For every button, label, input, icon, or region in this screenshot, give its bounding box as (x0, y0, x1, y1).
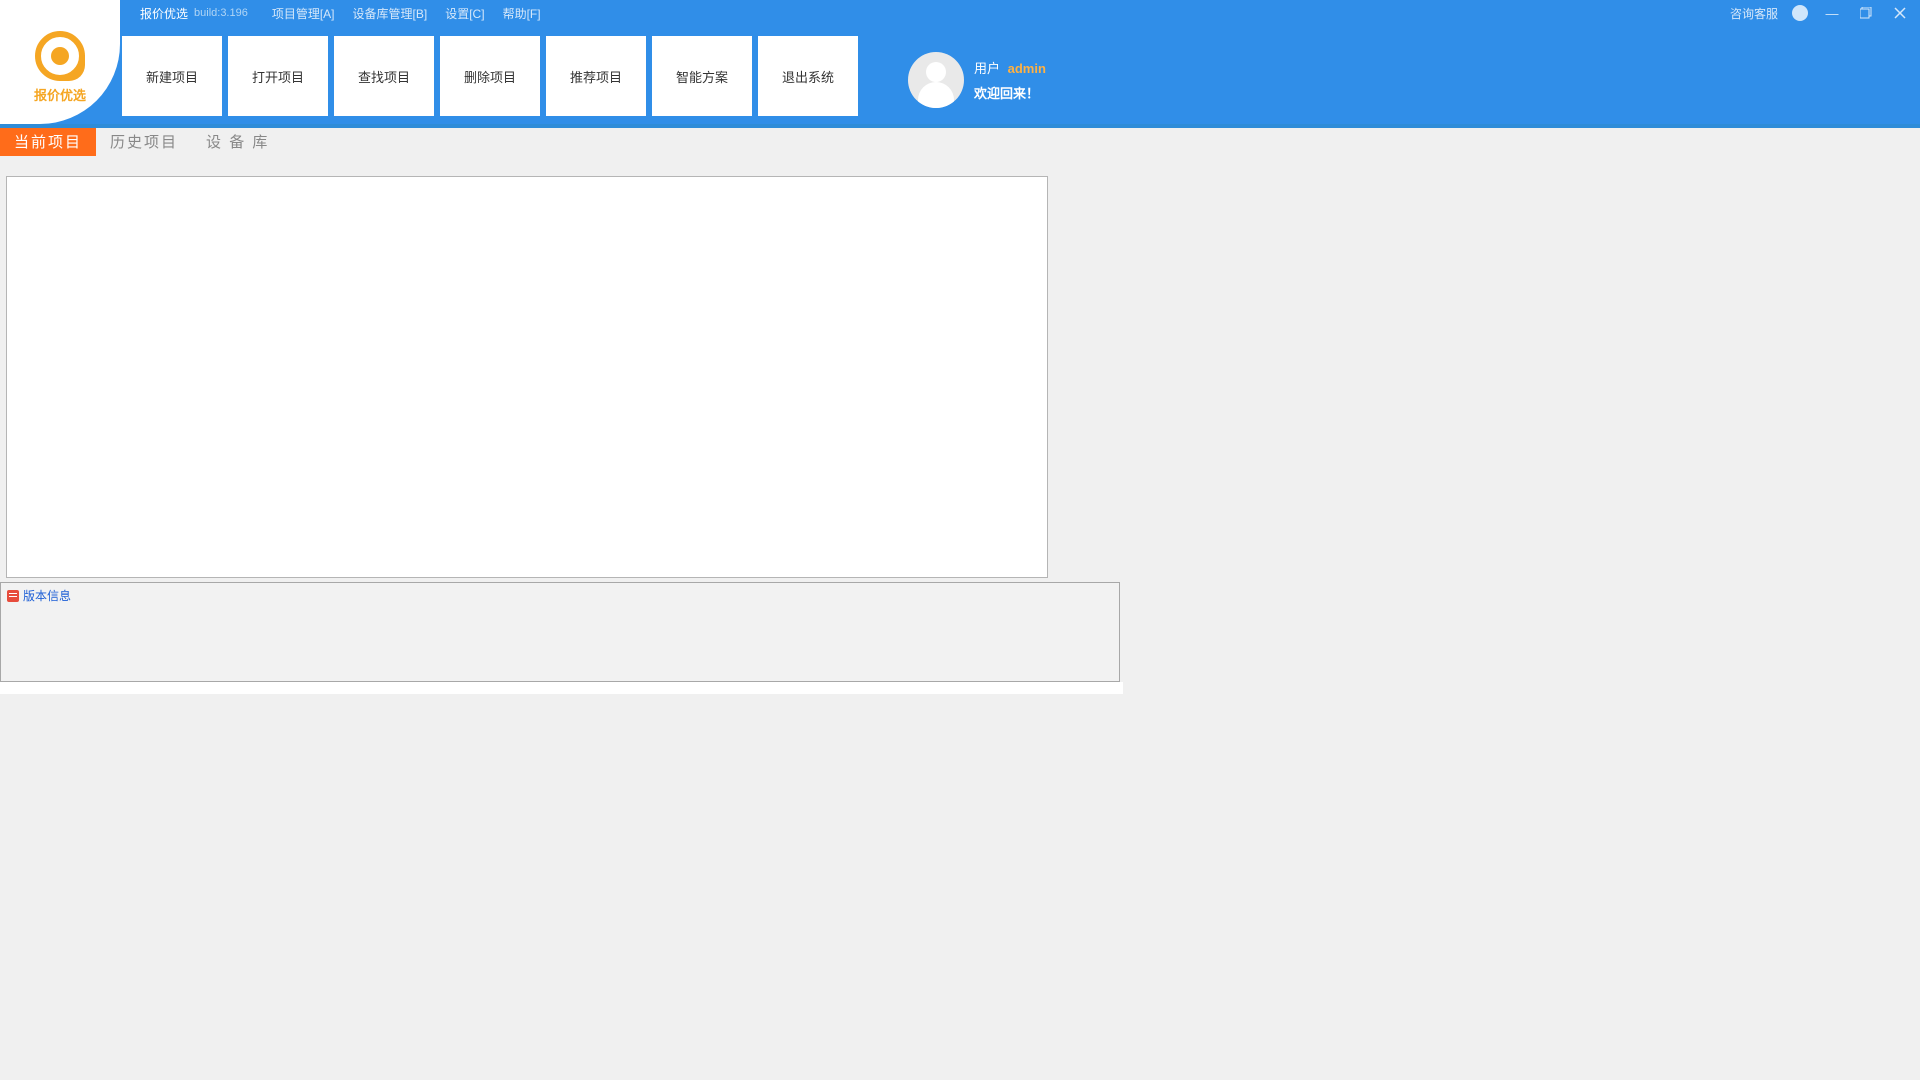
support-qq-icon[interactable] (1792, 5, 1808, 21)
menubar-right: 咨询客服 — (1730, 3, 1920, 23)
toolbar: 新建项目 打开项目 查找项目 删除项目 推荐项目 智能方案 退出系统 (122, 26, 858, 124)
smart-plan-button[interactable]: 智能方案 (652, 36, 752, 116)
bottom-strip (0, 682, 1123, 694)
open-project-button[interactable]: 打开项目 (228, 36, 328, 116)
welcome-text: 欢迎回来！ (974, 83, 1046, 102)
menu-settings[interactable]: 设置[C] (445, 5, 484, 22)
content-row (0, 156, 1920, 578)
header: 报价优选 新建项目 打开项目 查找项目 删除项目 推荐项目 智能方案 退出系统 … (0, 26, 1920, 124)
menubar: 报价优选 build:3.196 项目管理[A] 设备库管理[B] 设置[C] … (0, 0, 1920, 26)
project-panel (6, 176, 1048, 578)
new-project-button[interactable]: 新建项目 (122, 36, 222, 116)
user-text: 用户 admin 欢迎回来！ (974, 58, 1046, 102)
tab-device-library[interactable]: 设 备 库 (192, 128, 283, 156)
delete-project-button[interactable]: 删除项目 (440, 36, 540, 116)
user-area: 用户 admin 欢迎回来！ (908, 26, 1046, 124)
tab-current-projects[interactable]: 当前项目 (0, 128, 96, 156)
logo: 报价优选 (0, 0, 120, 124)
build-label: build:3.196 (194, 7, 248, 19)
recommend-project-button[interactable]: 推荐项目 (546, 36, 646, 116)
user-label: 用户 (974, 61, 1000, 76)
user-line1: 用户 admin (974, 58, 1046, 77)
user-name: admin (1008, 61, 1046, 76)
version-label[interactable]: 版本信息 (23, 587, 71, 604)
menu-device-lib[interactable]: 设备库管理[B] (353, 5, 428, 22)
close-button[interactable] (1890, 3, 1910, 23)
logo-text: 报价优选 (34, 85, 86, 104)
tab-strip: 当前项目 历史项目 设 备 库 (0, 128, 1920, 156)
app-title: 报价优选 (140, 5, 188, 22)
menu-project-mgmt[interactable]: 项目管理[A] (272, 5, 335, 22)
minimize-button[interactable]: — (1822, 3, 1842, 23)
tab-history-projects[interactable]: 历史项目 (96, 128, 192, 156)
avatar (908, 52, 964, 108)
support-link[interactable]: 咨询客服 (1730, 5, 1778, 22)
logo-icon (35, 31, 85, 81)
maximize-button[interactable] (1856, 3, 1876, 23)
version-row: 版本信息 (7, 587, 1113, 604)
menu-help[interactable]: 帮助[F] (503, 5, 541, 22)
exit-system-button[interactable]: 退出系统 (758, 36, 858, 116)
version-panel: 版本信息 (0, 582, 1120, 682)
search-project-button[interactable]: 查找项目 (334, 36, 434, 116)
document-icon (7, 590, 19, 602)
